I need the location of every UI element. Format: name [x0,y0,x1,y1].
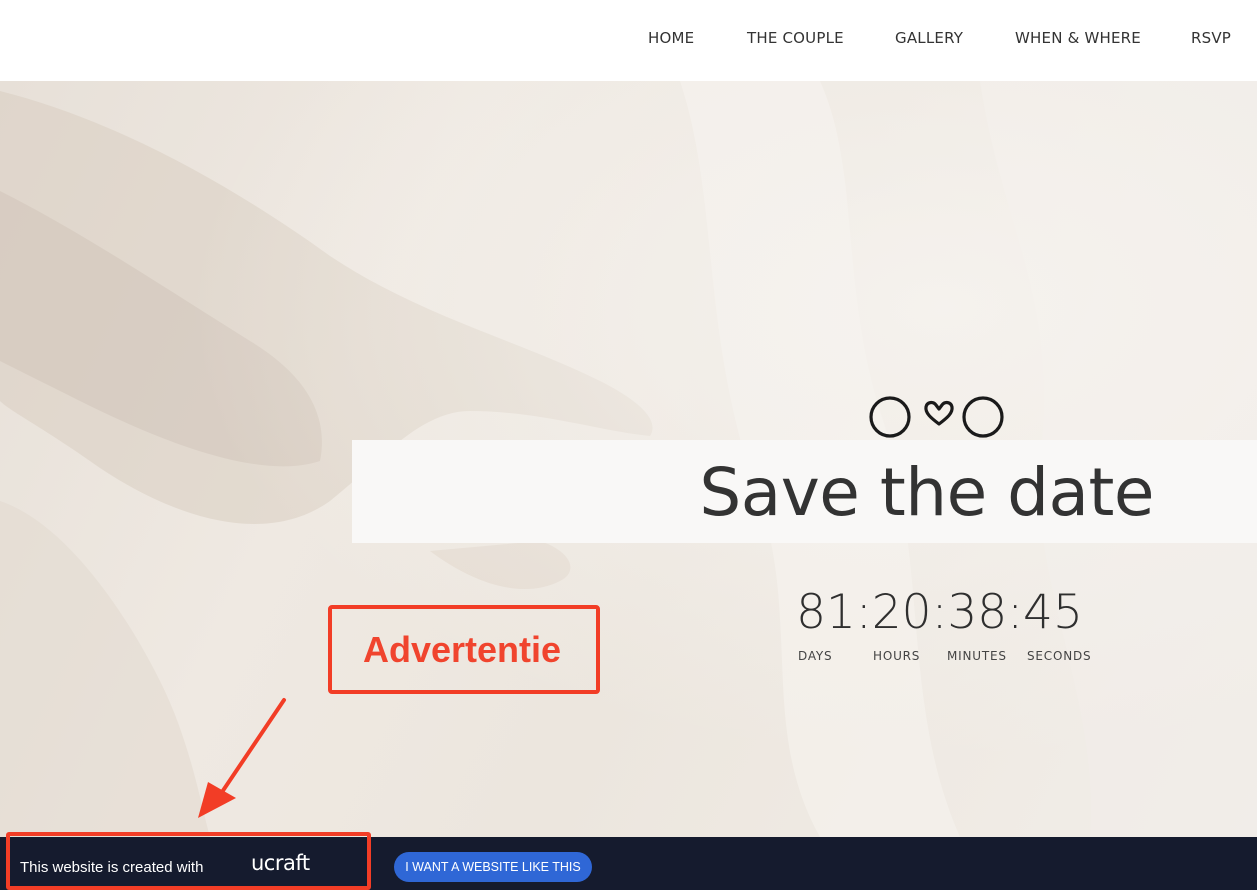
countdown-label-seconds: SECONDS [1027,649,1092,663]
countdown-labels: DAYS HOURS MINUTES SECONDS [777,649,1102,665]
countdown-label-minutes: MINUTES [947,649,1007,663]
footer-created-with-text: This website is created with [20,859,204,876]
countdown-label-days: DAYS [798,649,833,663]
annotation-arrow-icon [198,698,286,818]
countdown-value: 81:20:38:45 [796,585,1083,640]
ucraft-logo[interactable]: ucraft [251,851,310,875]
top-navbar: HOME THE COUPLE GALLERY WHEN & WHERE RSV… [0,0,1257,81]
nav-item-gallery[interactable]: GALLERY [895,29,963,47]
countdown-timer: 81:20:38:45 DAYS HOURS MINUTES SECONDS [777,585,1102,663]
nav-item-the-couple[interactable]: THE COUPLE [747,29,844,47]
advertentie-annotation-box: Advertentie [328,605,600,694]
title-band: Save the date [352,440,1257,543]
hero-title: Save the date [699,454,1154,531]
advertentie-label: Advertentie [363,629,562,670]
nav-item-when-where[interactable]: WHEN & WHERE [1015,29,1141,47]
nav-item-rsvp[interactable]: RSVP [1191,29,1231,47]
countdown-label-hours: HOURS [873,649,921,663]
nav-item-home[interactable]: HOME [648,29,694,47]
website-like-this-button[interactable]: I WANT A WEBSITE LIKE THIS [394,852,592,882]
